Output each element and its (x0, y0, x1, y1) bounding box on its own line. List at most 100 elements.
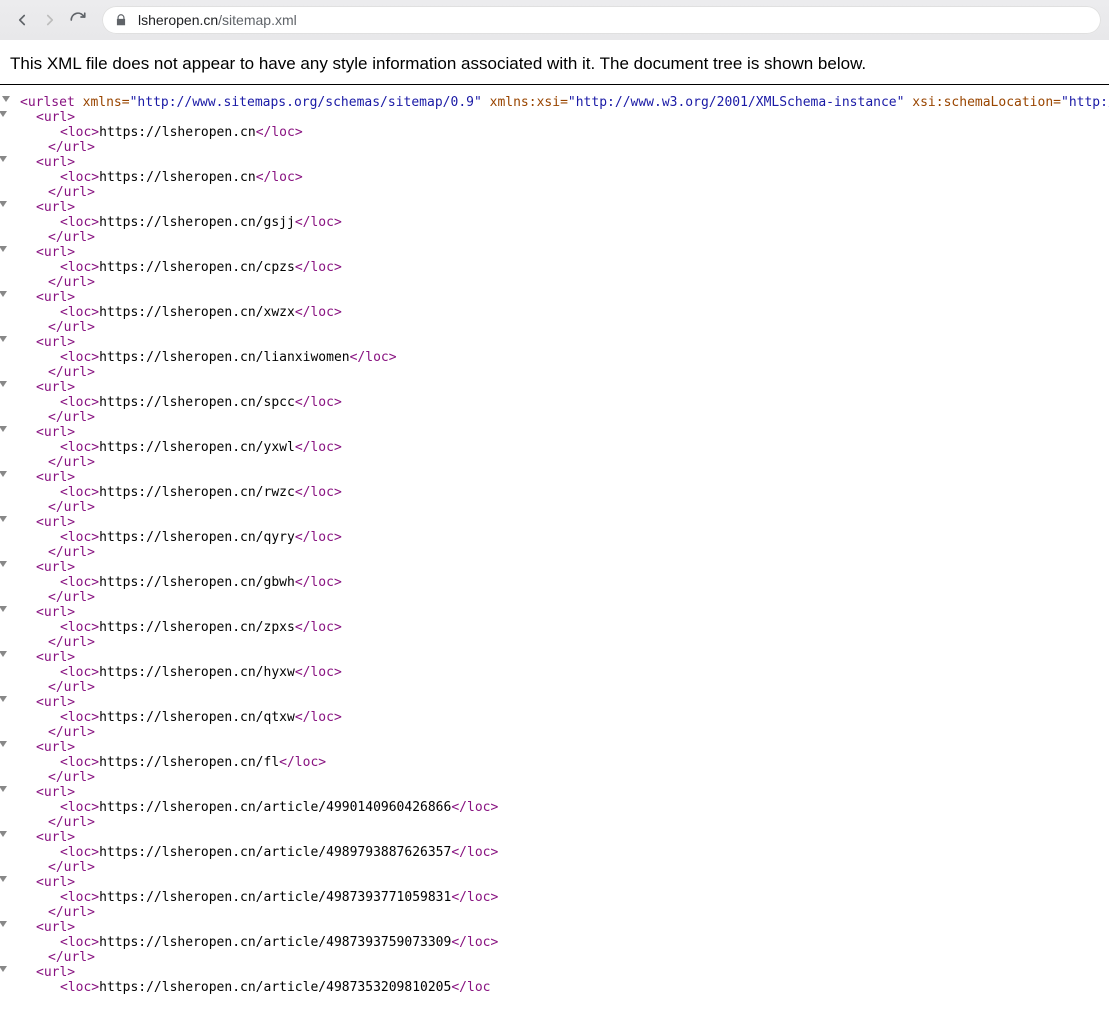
tag-open: <url> (36, 380, 75, 395)
loc-value: https://lsheropen.cn/cpzs (99, 260, 295, 275)
loc-value: https://lsheropen.cn/qyry (99, 530, 295, 545)
url-open-tag: <url> (10, 650, 1109, 665)
expand-toggle-icon[interactable] (0, 831, 7, 837)
loc-line: <loc>https://lsheropen.cn/article/498979… (10, 845, 1109, 860)
expand-toggle-icon[interactable] (0, 921, 7, 927)
tag-close: </url> (48, 545, 95, 560)
url-close-tag: </url> (10, 860, 1109, 875)
tag-open: <url> (36, 965, 75, 980)
url-open-tag: <url> (10, 515, 1109, 530)
url-open-tag: <url> (10, 875, 1109, 890)
loc-value: https://lsheropen.cn/article/49873532098… (99, 980, 451, 995)
loc-line-partial: <loc>https://lsheropen.cn/article/498735… (10, 980, 1109, 995)
loc-value: https://lsheropen.cn/zpxs (99, 620, 295, 635)
tag-open: <url> (36, 425, 75, 440)
attr-eq: = (1053, 95, 1061, 110)
expand-toggle-icon[interactable] (0, 876, 7, 882)
loc-open: <loc> (60, 170, 99, 185)
attr-eq: = (122, 95, 130, 110)
url-close-tag: </url> (10, 455, 1109, 470)
tag-open: <url> (36, 560, 75, 575)
forward-button[interactable] (36, 6, 64, 34)
reload-button[interactable] (64, 6, 92, 34)
divider (0, 84, 1109, 85)
loc-line: <loc>https://lsheropen.cn/article/499014… (10, 800, 1109, 815)
expand-toggle-icon[interactable] (0, 516, 7, 522)
loc-open: <loc> (60, 980, 99, 995)
attr-name: xmlns (75, 95, 122, 110)
tag-close: </url> (48, 860, 95, 875)
loc-open: <loc> (60, 530, 99, 545)
expand-toggle-icon[interactable] (0, 111, 7, 117)
tag-open: <url> (36, 200, 75, 215)
url-open-tag: <url> (10, 245, 1109, 260)
expand-toggle-icon[interactable] (0, 651, 7, 657)
expand-toggle-icon[interactable] (0, 381, 7, 387)
loc-close: </loc> (295, 440, 342, 455)
expand-toggle-icon[interactable] (0, 336, 7, 342)
expand-toggle-icon[interactable] (0, 741, 7, 747)
loc-open: <loc> (60, 755, 99, 770)
tag-close: </url> (48, 725, 95, 740)
address-bar[interactable]: lsheropen.cn/sitemap.xml (102, 6, 1101, 34)
expand-toggle-icon[interactable] (0, 561, 7, 567)
tag-open: <url> (36, 245, 75, 260)
loc-open: <loc> (60, 440, 99, 455)
loc-line: <loc>https://lsheropen.cn/fl</loc> (10, 755, 1109, 770)
xml-style-warning: This XML file does not appear to have an… (0, 40, 1109, 80)
loc-line: <loc>https://lsheropen.cn/gsjj</loc> (10, 215, 1109, 230)
loc-line: <loc>https://lsheropen.cn/yxwl</loc> (10, 440, 1109, 455)
url-open-tag: <url> (10, 380, 1109, 395)
attr-eq: = (560, 95, 568, 110)
tag-close: </url> (48, 770, 95, 785)
loc-open: <loc> (60, 350, 99, 365)
loc-close: </loc> (451, 890, 498, 905)
loc-line: <loc>https://lsheropen.cn/gbwh</loc> (10, 575, 1109, 590)
expand-toggle-icon[interactable] (0, 201, 7, 207)
expand-toggle-icon[interactable] (0, 786, 7, 792)
loc-close: </loc> (295, 485, 342, 500)
tag-open: <url> (36, 335, 75, 350)
url-close-tag: </url> (10, 320, 1109, 335)
url-close-tag: </url> (10, 275, 1109, 290)
loc-line: <loc>https://lsheropen.cn/zpxs</loc> (10, 620, 1109, 635)
loc-value: https://lsheropen.cn (99, 125, 256, 140)
tag-open: <url> (36, 830, 75, 845)
loc-value: https://lsheropen.cn/fl (99, 755, 279, 770)
expand-toggle-icon[interactable] (0, 426, 7, 432)
loc-close: </loc> (295, 260, 342, 275)
tag-open: <url> (36, 650, 75, 665)
url-open-tag: <url> (10, 605, 1109, 620)
tag-open: <url> (36, 110, 75, 125)
attr-value: "http://www.sitemaps.org/schemas/sitemap… (130, 95, 482, 110)
expand-toggle-icon[interactable] (0, 246, 7, 252)
loc-close: </loc> (451, 935, 498, 950)
expand-toggle-icon[interactable] (0, 606, 7, 612)
loc-value: https://lsheropen.cn/gbwh (99, 575, 295, 590)
loc-open: <loc> (60, 395, 99, 410)
back-button[interactable] (8, 6, 36, 34)
expand-toggle-icon[interactable] (0, 291, 7, 297)
loc-open: <loc> (60, 890, 99, 905)
tag-open: <url> (36, 695, 75, 710)
loc-open: <loc> (60, 215, 99, 230)
url-open-tag: <url> (10, 920, 1109, 935)
url-open-tag: <url> (10, 290, 1109, 305)
url-close-tag: </url> (10, 770, 1109, 785)
url-open-tag: <url> (10, 740, 1109, 755)
tag-open: <url> (36, 470, 75, 485)
loc-close: </loc> (256, 125, 303, 140)
expand-toggle-icon[interactable] (0, 966, 7, 972)
url-close-tag: </url> (10, 140, 1109, 155)
browser-toolbar: lsheropen.cn/sitemap.xml (0, 0, 1109, 40)
expand-toggle-icon[interactable] (0, 156, 7, 162)
loc-line: <loc>https://lsheropen.cn/spcc</loc> (10, 395, 1109, 410)
loc-value: https://lsheropen.cn/article/49897938876… (99, 845, 451, 860)
loc-open: <loc> (60, 935, 99, 950)
loc-close: </loc> (295, 530, 342, 545)
expand-toggle-icon[interactable] (0, 471, 7, 477)
tag-close: </url> (48, 230, 95, 245)
expand-toggle-icon[interactable] (2, 96, 10, 102)
expand-toggle-icon[interactable] (0, 696, 7, 702)
tag-open: <url> (36, 290, 75, 305)
